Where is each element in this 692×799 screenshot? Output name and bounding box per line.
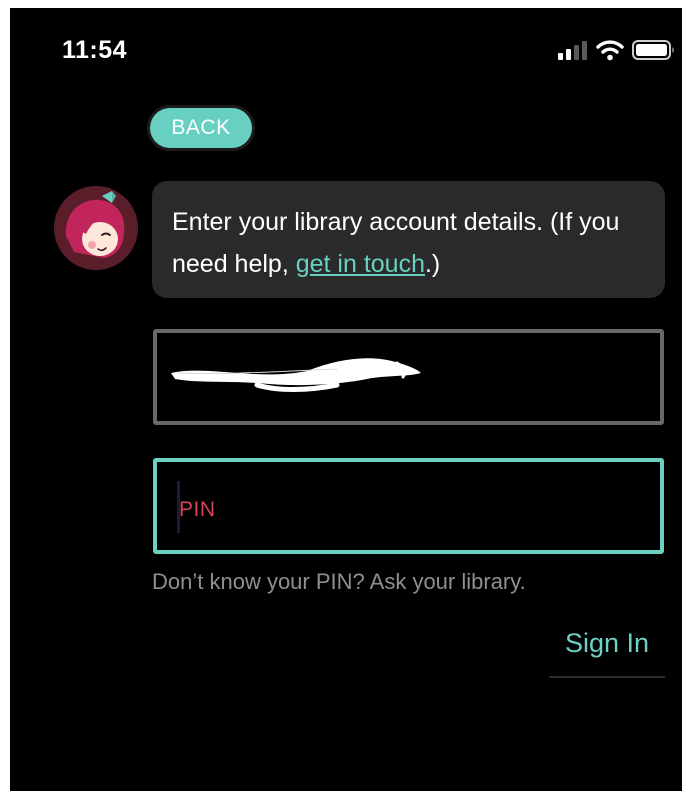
cellular-signal-icon [558,41,587,60]
username-field[interactable] [153,329,664,425]
battery-icon [632,40,674,60]
message-text-end: .) [424,250,441,278]
status-icons [558,38,676,62]
instruction-message: Enter your library account details. (If … [152,181,665,298]
pin-placeholder: PIN [179,498,216,521]
status-time: 11:54 [62,36,128,64]
get-in-touch-link[interactable]: get in touch [296,250,425,278]
librarian-avatar [54,186,138,270]
back-button[interactable]: BACK [150,108,252,148]
pin-help-text: Don’t know your PIN? Ask your library. [152,569,526,594]
sign-in-button[interactable]: Sign In [549,628,665,678]
librarian-avatar-icon [54,186,138,270]
redaction-scribble [171,358,421,392]
wifi-icon [596,40,624,61]
status-bar: 11:54 [10,8,682,88]
pin-field[interactable]: PIN [153,458,664,554]
app-screen: 11:54 BACK Enter your library account de… [10,8,682,791]
